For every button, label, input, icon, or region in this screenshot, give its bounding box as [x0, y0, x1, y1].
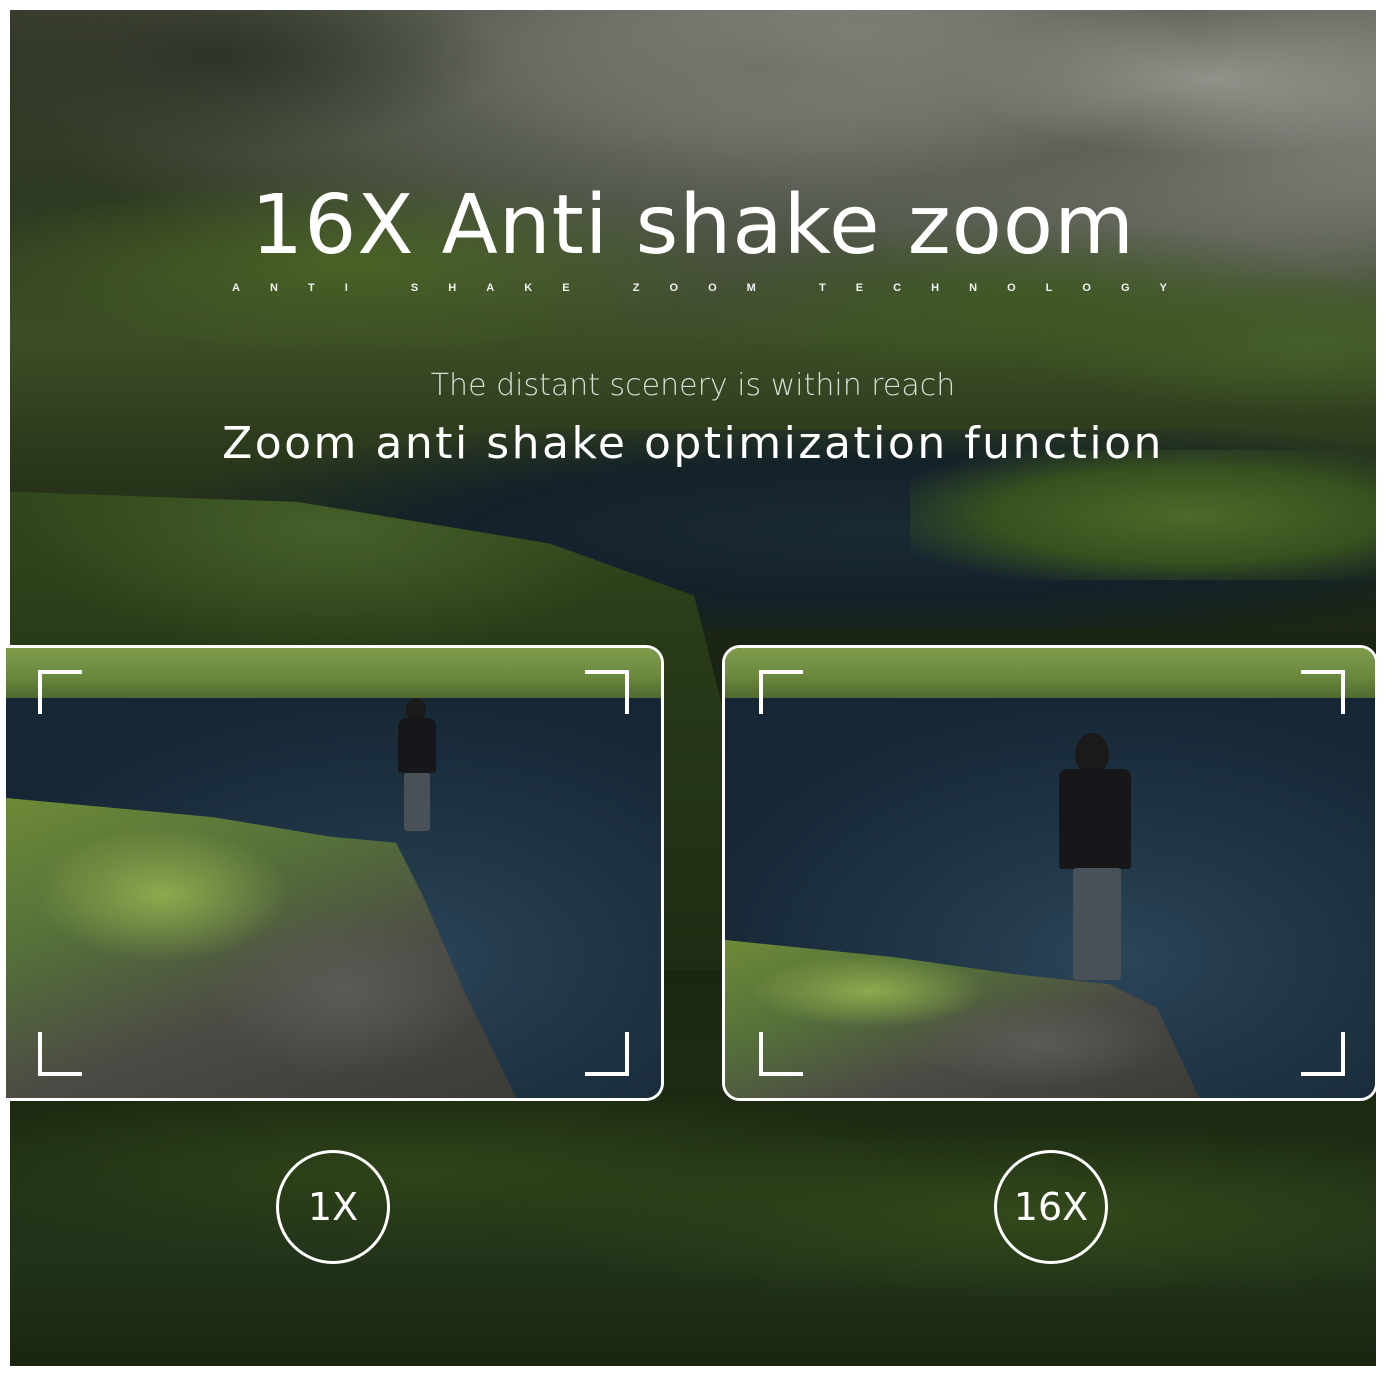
- subtitle-letter: I: [344, 282, 348, 294]
- viewfinder-corner-icon: [38, 1032, 82, 1076]
- subtitle-letter: K: [524, 282, 533, 294]
- subtitle-letter: T: [307, 282, 315, 294]
- subtitle-letter: L: [1045, 282, 1053, 294]
- right-meadow: [910, 450, 1376, 580]
- far-shore: [6, 648, 661, 698]
- subtitle-letter: E: [855, 282, 864, 294]
- subtitle-letter: Y: [1159, 282, 1167, 294]
- viewfinder-corner-icon: [38, 670, 82, 714]
- subtitle-letter: O: [1082, 282, 1091, 294]
- lake-scene: [6, 648, 661, 1098]
- subtitle-letter: H: [448, 282, 457, 294]
- subtitle-letter: G: [1121, 282, 1130, 294]
- subtitle-letter-spaced: ANTI SHAKE ZOOM TECHNOLOGY: [232, 282, 1167, 294]
- viewfinder-corner-icon: [585, 1032, 629, 1076]
- subtitle-letter: E: [562, 282, 570, 294]
- subtitle-letter: O: [708, 282, 717, 294]
- photo-16x: [722, 645, 1378, 1101]
- feature-title: Zoom anti shake optimization function: [222, 418, 1164, 469]
- zoom-badge-16x: 16X: [994, 1150, 1108, 1264]
- subtitle-letter: O: [1007, 282, 1016, 294]
- zoom-badge-1x: 1X: [276, 1150, 390, 1264]
- hiker-figure: [394, 698, 444, 833]
- subtitle-letter: C: [893, 282, 902, 294]
- foreground-grass: [10, 1090, 1376, 1366]
- viewfinder-corner-icon: [759, 670, 803, 714]
- headline: 16X Anti shake zoom: [251, 178, 1135, 273]
- viewfinder-corner-icon: [1301, 1032, 1345, 1076]
- subtitle-letter: [786, 282, 789, 294]
- subtitle-letter: A: [232, 282, 240, 294]
- lake-scene-zoomed: [725, 648, 1375, 1098]
- subtitle-letter: Z: [632, 282, 640, 294]
- subtitle-letter: O: [669, 282, 679, 294]
- subtitle-letter: T: [818, 282, 826, 294]
- subtitle-letter: S: [410, 282, 419, 294]
- far-shore: [725, 648, 1375, 698]
- subtitle-letter: N: [969, 282, 978, 294]
- subtitle-letter: H: [931, 282, 940, 294]
- subtitle-letter: M: [746, 282, 756, 294]
- tagline: The distant scenery is within reach: [430, 368, 956, 403]
- subtitle-letter: [600, 282, 603, 294]
- viewfinder-corner-icon: [759, 1032, 803, 1076]
- viewfinder-corner-icon: [585, 670, 629, 714]
- subtitle-letter: [378, 282, 381, 294]
- hiker-figure: [1053, 733, 1143, 983]
- viewfinder-corner-icon: [1301, 670, 1345, 714]
- subtitle-letter: A: [486, 282, 495, 294]
- photo-1x: [6, 645, 664, 1101]
- subtitle-letter: N: [269, 282, 278, 294]
